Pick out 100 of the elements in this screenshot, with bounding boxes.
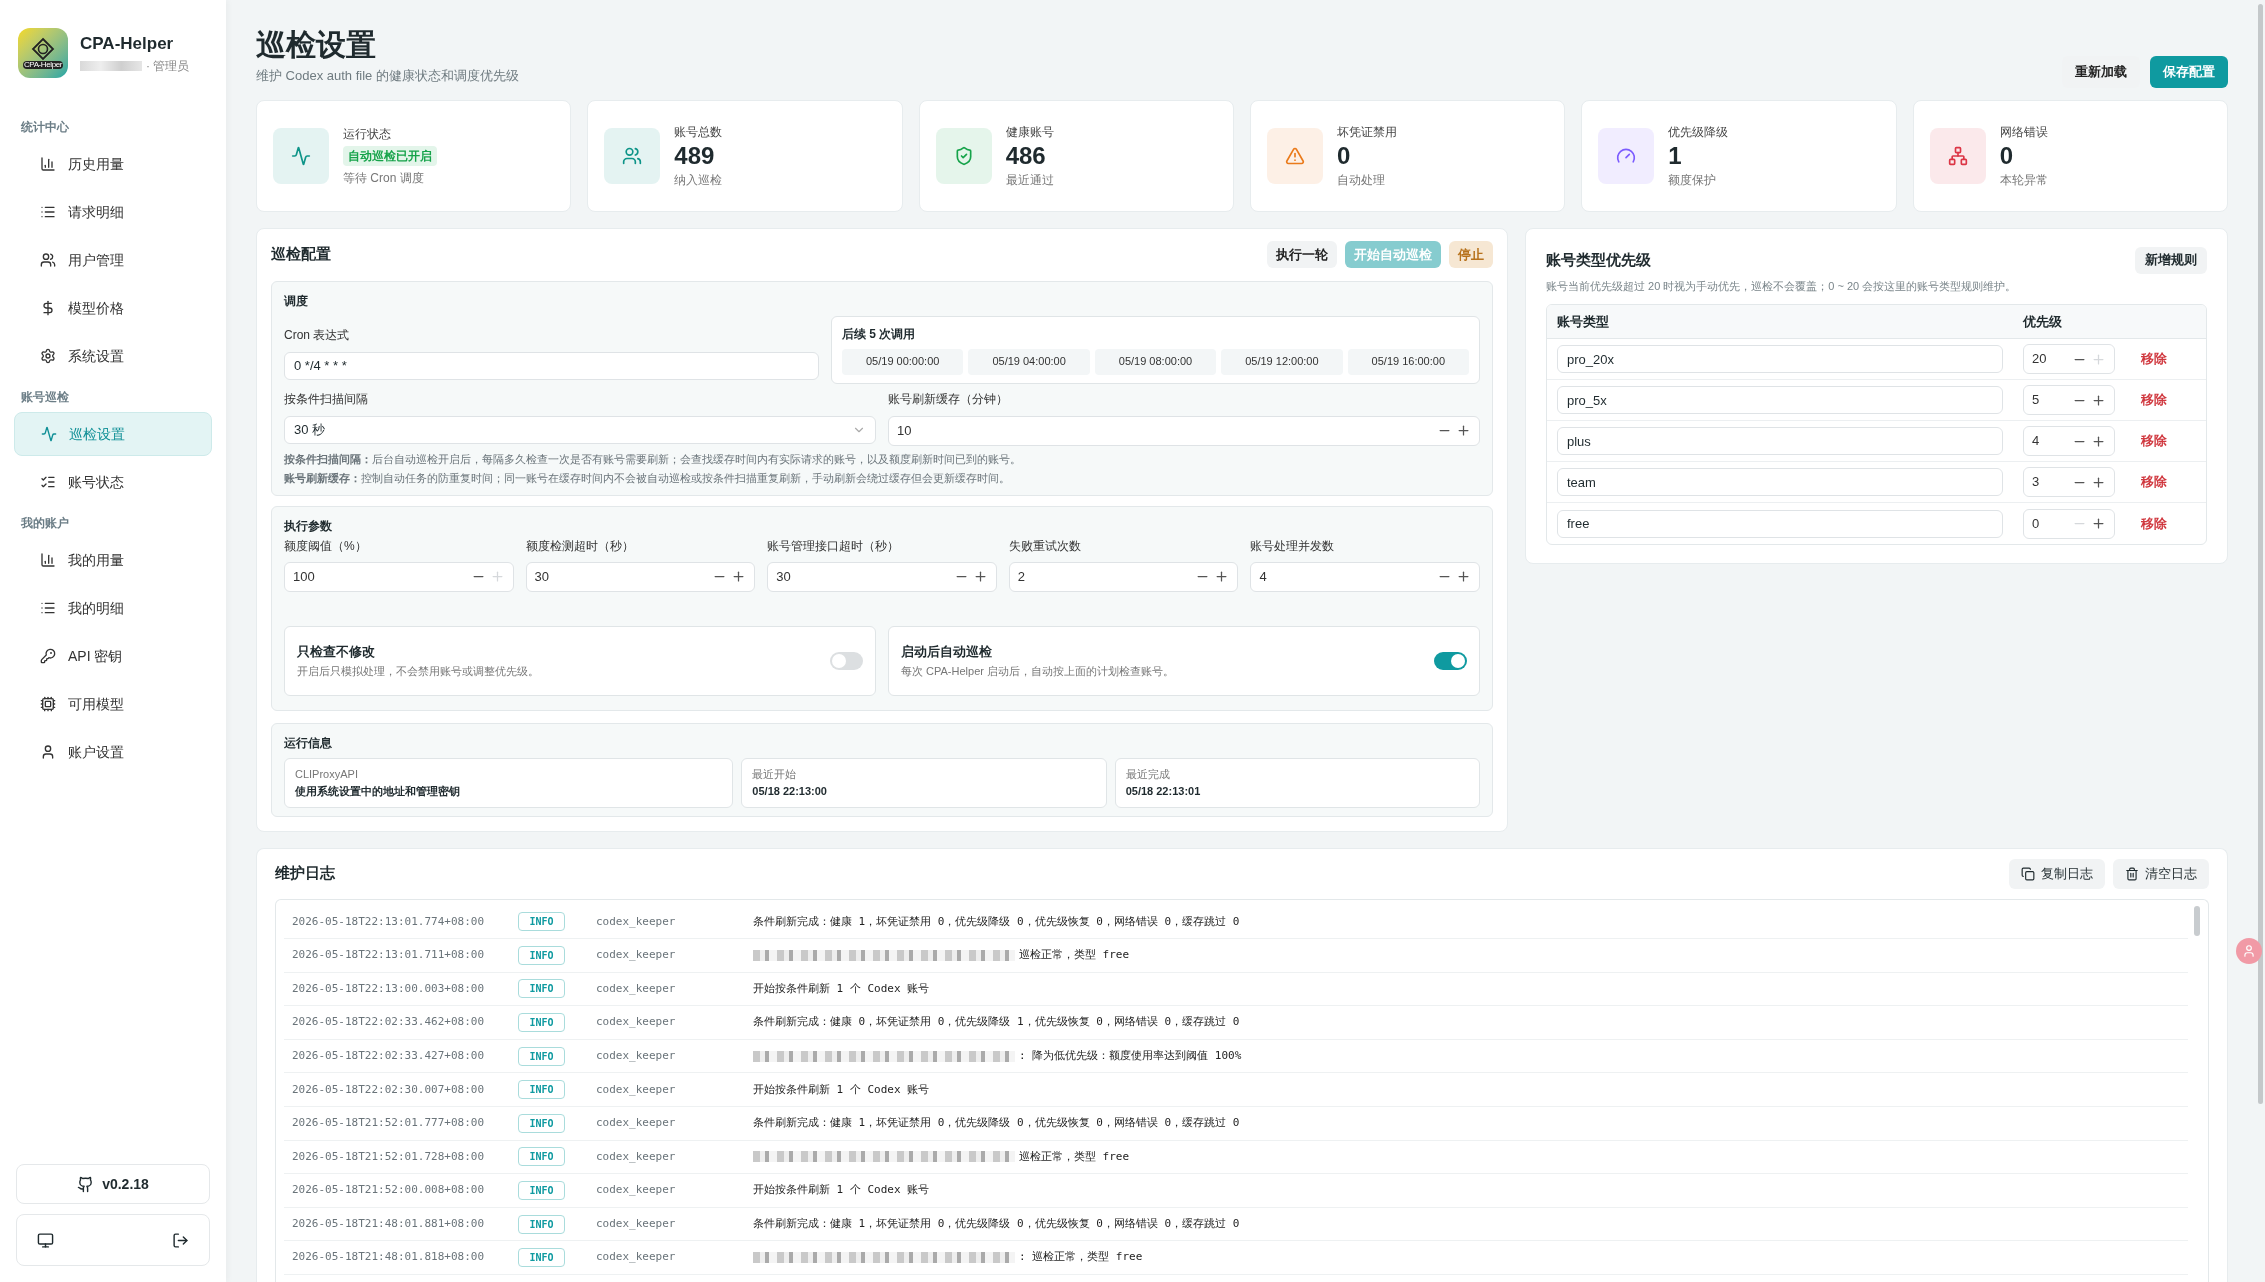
field-label: 按条件扫描间隔	[284, 390, 369, 408]
log-source: codex_keeper	[596, 1182, 677, 1199]
nav-item[interactable]: 模型价格	[14, 286, 212, 330]
number-field[interactable]: 4	[2023, 426, 2115, 456]
number-field[interactable]: 3	[2023, 467, 2115, 497]
stat-label: 坏凭证禁用	[1337, 123, 1397, 141]
nav-item[interactable]: 我的用量	[14, 538, 212, 582]
type-field[interactable]: pro_20x	[1557, 345, 2003, 373]
nav-item[interactable]: API 密钥	[14, 634, 212, 678]
toggle-switch[interactable]	[1434, 651, 1467, 670]
section-title: 运行信息	[284, 734, 333, 752]
toggle-switch[interactable]	[830, 651, 863, 670]
type-field[interactable]: free	[1557, 509, 2003, 538]
runtime-label: 最近开始	[752, 766, 798, 782]
nav-item[interactable]: 可用模型	[14, 682, 212, 726]
next-run-time: 05/19 12:00:00	[1221, 348, 1343, 375]
log-button[interactable]: 清空日志	[2113, 858, 2209, 889]
stat-note: 本轮异常	[1999, 171, 2048, 189]
number-field[interactable]: 0	[2023, 508, 2115, 539]
monitor-icon[interactable]	[37, 1231, 54, 1249]
number-field[interactable]: 10	[888, 415, 1480, 446]
plus-icon[interactable]	[731, 569, 747, 584]
log-time: 2026-05-18T22:13:00.003+08:00	[292, 980, 486, 997]
nav-item[interactable]: 账号状态	[14, 460, 212, 504]
stat-label: 优先级降级	[1668, 123, 1729, 141]
log-source: codex_keeper	[596, 1014, 677, 1031]
remove-link[interactable]: 移除	[2141, 431, 2167, 451]
type-field[interactable]: team	[1557, 468, 2003, 496]
number-field[interactable]: 30	[767, 561, 997, 592]
nav-section-title: 我的账户	[20, 515, 70, 532]
log-source: codex_keeper	[596, 980, 677, 997]
plus-icon[interactable]	[1456, 569, 1471, 584]
number-field[interactable]: 4	[1250, 561, 1480, 592]
remove-link[interactable]: 移除	[2141, 472, 2167, 492]
log-level-badge: INFO	[518, 979, 565, 999]
column-header: 账号类型	[1557, 312, 1610, 331]
nav-item[interactable]: 巡检设置	[14, 412, 212, 456]
logout-icon[interactable]	[172, 1231, 189, 1249]
log-source: codex_keeper	[596, 1215, 677, 1232]
cron-field[interactable]: 0 */4 * * *	[284, 351, 819, 380]
next-run-time: 05/19 04:00:00	[968, 348, 1090, 375]
next-runs-title: 后续 5 次调用	[842, 325, 917, 343]
log-button[interactable]: 复制日志	[2009, 858, 2105, 889]
help-note: 按条件扫描间隔：后台自动巡检开启后，每隔多久检查一次是否有账号需要刷新；会查找缓存时间内有实际请求的账号，以及额度刷新时间已到的账号。	[284, 451, 1022, 467]
plus-icon[interactable]	[2091, 474, 2106, 490]
remove-link[interactable]: 移除	[2141, 349, 2167, 369]
user-icon	[40, 744, 56, 760]
log-time: 2026-05-18T22:02:33.427+08:00	[292, 1047, 486, 1064]
stat-value: 486	[1005, 140, 1047, 171]
nav-item[interactable]: 请求明细	[14, 190, 212, 234]
list-icon	[40, 600, 56, 616]
field-label: Cron 表达式	[284, 326, 351, 344]
status-badge: 自动巡检已开启	[343, 145, 437, 166]
plus-icon[interactable]	[1456, 423, 1471, 438]
plus-icon[interactable]	[2091, 516, 2106, 531]
number-field[interactable]: 5	[2023, 385, 2115, 415]
knot-icon	[31, 37, 55, 61]
number-field[interactable]: 100	[284, 561, 514, 592]
nav-item[interactable]: 系统设置	[14, 334, 212, 378]
number-field[interactable]: 2	[1008, 561, 1239, 592]
action-button[interactable]: 执行一轮	[1267, 241, 1337, 268]
type-field[interactable]: plus	[1557, 427, 2003, 455]
stat-label: 账号总数	[674, 123, 723, 141]
log-scrollbar	[2194, 905, 2200, 936]
chip-icon	[40, 696, 56, 712]
nav-item[interactable]: 用户管理	[14, 238, 212, 282]
log-message: 条件刷新完成：健康 1，坏凭证禁用 0，优先级降级 0，优先级恢复 0，网络错误 0，缓存跳过 0	[753, 1215, 1240, 1232]
plus-icon[interactable]	[2091, 392, 2106, 408]
remove-link[interactable]: 移除	[2141, 513, 2167, 534]
stat-label: 运行状态	[343, 125, 392, 143]
version-button[interactable]: v0.2.18	[16, 1164, 210, 1204]
nav-item[interactable]: 历史用量	[14, 142, 212, 186]
runtime-value: 使用系统设置中的地址和管理密钥	[295, 783, 461, 799]
log-level-badge: INFO	[518, 1013, 565, 1033]
plus-icon[interactable]	[2091, 433, 2106, 449]
panel-title: 维护日志	[275, 863, 335, 884]
stat-value: 0	[1999, 140, 2014, 171]
log-source: codex_keeper	[596, 947, 677, 964]
number-field[interactable]: 20	[2023, 344, 2115, 374]
bar-chart-icon	[40, 156, 56, 172]
copy-icon	[2021, 866, 2035, 881]
field-label: 失败重试次数	[1008, 537, 1082, 555]
toggle-title: 启动后自动巡检	[901, 642, 993, 661]
nav-item[interactable]: 账户设置	[14, 730, 212, 774]
runtime-value: 05/18 22:13:01	[1125, 783, 1202, 799]
nav-item[interactable]: 我的明细	[14, 586, 212, 630]
log-message: 巡检正常，类型 free	[1019, 947, 1130, 964]
section-title: 调度	[284, 292, 309, 310]
plus-icon[interactable]	[972, 569, 988, 584]
stat-note: 最近通过	[1005, 171, 1054, 189]
plus-icon[interactable]	[1214, 569, 1230, 584]
log-level-badge: INFO	[518, 1147, 565, 1167]
remove-link[interactable]: 移除	[2141, 390, 2167, 410]
log-message: 条件刷新完成：健康 1，坏凭证禁用 0，优先级降级 0，优先级恢复 0，网络错误 0，缓存跳过 0	[753, 913, 1240, 930]
toggle-description: 开启后只模拟处理，不会禁用账号或调整优先级。	[297, 664, 539, 679]
stat-value: 489	[674, 140, 716, 171]
interval-select[interactable]: 30 秒	[284, 415, 876, 444]
number-field[interactable]: 30	[525, 561, 756, 592]
type-field[interactable]: pro_5x	[1557, 386, 2003, 414]
add-rule-button[interactable]: 新增规则	[2135, 246, 2207, 274]
